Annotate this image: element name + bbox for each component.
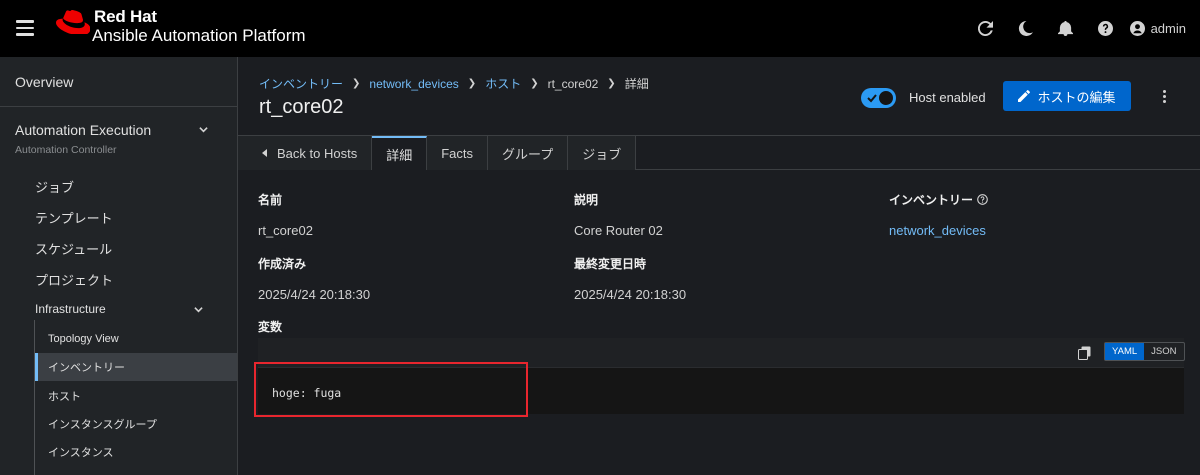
sidebar-nav: Overview Automation Execution Automation… xyxy=(0,57,238,475)
sidebar-item-instance-groups[interactable]: インスタンスグループ xyxy=(35,410,237,438)
page-title: rt_core02 xyxy=(259,96,344,118)
page-header: インベントリー ❯ network_devices ❯ ホスト ❯ rt_cor… xyxy=(238,57,1200,135)
user-menu[interactable]: admin xyxy=(1129,21,1186,36)
breadcrumb-separator-icon: ❯ xyxy=(352,78,361,89)
red-hat-logo-icon xyxy=(56,10,90,34)
field-inventory-link[interactable]: network_devices xyxy=(889,223,988,238)
user-icon xyxy=(1129,21,1145,36)
field-inventory-label: インベントリー xyxy=(889,191,988,208)
edit-host-button[interactable]: ホストの編集 xyxy=(1003,81,1131,111)
sidebar-item-jobs[interactable]: ジョブ xyxy=(35,177,74,196)
edit-host-label: ホストの編集 xyxy=(1037,89,1116,105)
sidebar-item-overview[interactable]: Overview xyxy=(15,74,73,90)
sidebar-group-title: Automation Execution xyxy=(15,122,152,138)
sidebar-item-instances[interactable]: インスタンス xyxy=(35,438,237,466)
field-name-value: rt_core02 xyxy=(258,223,313,238)
username: admin xyxy=(1150,21,1186,36)
tab-jobs[interactable]: ジョブ xyxy=(568,136,637,170)
masthead: Red Hat Ansible Automation Platform admi… xyxy=(0,0,1200,57)
json-button[interactable]: JSON xyxy=(1144,343,1183,360)
tab-facts[interactable]: Facts xyxy=(427,136,489,170)
tab-groups[interactable]: グループ xyxy=(488,136,569,170)
breadcrumb-hosts[interactable]: ホスト xyxy=(485,75,521,92)
theme-toggle-button[interactable] xyxy=(1006,0,1046,57)
sidebar-group-automation-execution[interactable]: Automation Execution Automation Controll… xyxy=(15,122,215,156)
breadcrumb-separator-icon: ❯ xyxy=(530,78,539,89)
field-variables-label: 変数 xyxy=(258,320,283,334)
bell-icon xyxy=(1058,21,1074,36)
refresh-button[interactable] xyxy=(966,0,1006,57)
sidebar-item-hosts[interactable]: ホスト xyxy=(35,382,237,410)
chevron-down-icon[interactable] xyxy=(199,125,208,134)
field-description-label: 説明 xyxy=(574,193,599,207)
field-created-label: 作成済み xyxy=(258,257,307,271)
field-modified-label: 最終変更日時 xyxy=(574,257,647,271)
sidebar-item-inventory[interactable]: インベントリー xyxy=(35,353,237,381)
breadcrumb-host: rt_core02 xyxy=(547,76,599,91)
sidebar-item-projects[interactable]: プロジェクト xyxy=(35,270,113,289)
field-created: 作成済み 2025/4/24 20:18:30 xyxy=(258,255,370,302)
tab-details[interactable]: 詳細 xyxy=(372,136,428,170)
field-created-value: 2025/4/24 20:18:30 xyxy=(258,287,371,302)
kebab-menu-icon[interactable] xyxy=(1156,86,1172,106)
brand-logo[interactable]: Red Hat Ansible Automation Platform xyxy=(56,8,306,46)
breadcrumb-separator-icon: ❯ xyxy=(467,78,477,89)
field-name-label: 名前 xyxy=(258,193,283,207)
yaml-button[interactable]: YAML xyxy=(1105,343,1145,360)
format-toggle: YAML JSON xyxy=(1104,342,1185,361)
hamburger-menu-icon[interactable] xyxy=(16,20,34,36)
field-name: 名前 rt_core02 xyxy=(258,191,313,238)
brand-name: Red Hat xyxy=(94,7,157,26)
breadcrumb-inventories[interactable]: インベントリー xyxy=(259,75,343,92)
caret-left-icon xyxy=(262,149,267,157)
sidebar-item-schedules[interactable]: スケジュール xyxy=(35,239,112,258)
host-enabled-toggle[interactable] xyxy=(861,88,896,108)
help-button[interactable] xyxy=(1086,0,1126,57)
field-inventory: インベントリー network_devices xyxy=(889,191,988,238)
moon-icon xyxy=(1019,21,1033,36)
breadcrumb: インベントリー ❯ network_devices ❯ ホスト ❯ rt_cor… xyxy=(259,75,649,92)
check-icon xyxy=(867,94,877,103)
field-modified-value: 2025/4/24 20:18:30 xyxy=(574,287,687,302)
sidebar-group-subtitle: Automation Controller xyxy=(15,144,117,156)
tab-back-to-hosts[interactable]: Back to Hosts xyxy=(238,136,373,170)
field-modified: 最終変更日時 2025/4/24 20:18:30 xyxy=(574,255,686,302)
annotation-highlight-box xyxy=(254,362,528,417)
question-circle-icon[interactable] xyxy=(977,194,988,205)
field-description-value: Core Router 02 xyxy=(574,223,663,238)
sidebar-item-topology-view[interactable]: Topology View xyxy=(35,325,237,353)
breadcrumb-inventory[interactable]: network_devices xyxy=(369,77,458,91)
field-inventory-label-text: インベントリー xyxy=(889,193,974,207)
pencil-icon xyxy=(1018,90,1031,102)
breadcrumb-separator-icon: ❯ xyxy=(607,78,616,89)
sidebar-divider xyxy=(0,106,237,107)
sidebar-item-infrastructure[interactable]: Infrastructure xyxy=(35,302,106,316)
field-description: 説明 Core Router 02 xyxy=(574,191,663,238)
refresh-icon xyxy=(978,21,994,36)
field-variables: 変数 xyxy=(258,318,282,335)
help-icon xyxy=(1098,21,1114,36)
toggle-knob xyxy=(879,91,893,105)
notifications-button[interactable] xyxy=(1046,0,1086,57)
host-enabled-label: Host enabled xyxy=(909,90,986,105)
breadcrumb-details: 詳細 xyxy=(624,77,649,91)
sidebar-item-templates[interactable]: テンプレート xyxy=(35,208,113,227)
chevron-down-icon[interactable] xyxy=(194,305,203,314)
product-name: Ansible Automation Platform xyxy=(92,26,306,45)
tab-back-label: Back to Hosts xyxy=(277,145,358,161)
tab-bar: Back to Hosts 詳細 Facts グループ ジョブ xyxy=(238,135,1200,170)
copy-icon[interactable] xyxy=(1078,346,1091,360)
